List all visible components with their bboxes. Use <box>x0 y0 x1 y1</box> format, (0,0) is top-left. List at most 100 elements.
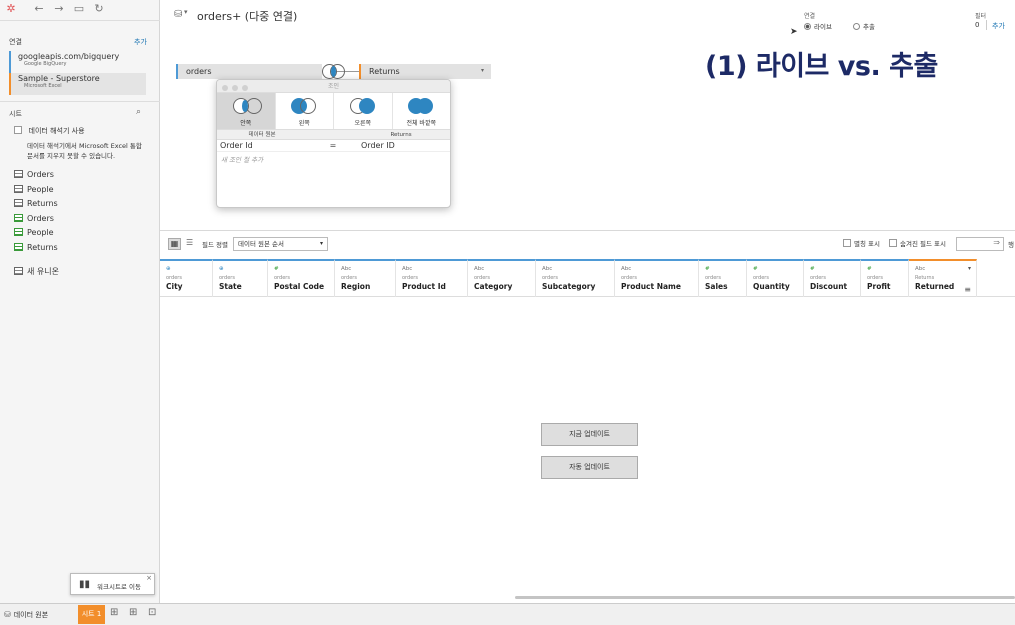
column-product-id[interactable]: Abc orders Product Id <box>396 259 468 297</box>
join-operator[interactable]: = <box>305 140 361 151</box>
chevron-down-icon[interactable]: ▾ <box>968 265 971 272</box>
add-join-clause[interactable]: 새 조인 절 추가 <box>217 152 450 164</box>
column-postal-code[interactable]: # orders Postal Code <box>268 259 335 297</box>
string-type-icon[interactable]: Abc <box>915 266 976 273</box>
number-type-icon[interactable]: # <box>753 266 803 273</box>
show-aliases-label: 별칭 표시 <box>854 240 880 248</box>
number-type-icon[interactable]: # <box>867 266 908 273</box>
sheet-item-people-range[interactable]: People <box>14 228 54 240</box>
geo-type-icon[interactable]: ⊕ <box>166 266 212 273</box>
dialog-title: 조인 <box>327 83 340 90</box>
interpreter-checkbox-row[interactable]: 데이터 해석기 사용 <box>14 126 85 136</box>
new-worksheet-icon[interactable]: ⊞ <box>110 607 118 618</box>
update-now-button[interactable]: 지금 업데이트 <box>541 423 638 446</box>
database-icon: ⛁ <box>4 610 11 619</box>
extract-option[interactable]: 추출 <box>853 21 875 31</box>
column-product-name[interactable]: Abc orders Product Name <box>615 259 699 297</box>
auto-update-button[interactable]: 자동 업데이트 <box>541 456 638 479</box>
add-connection-link[interactable]: 추가 <box>134 37 147 47</box>
datasource-tab-label: 데이터 원본 <box>13 611 49 619</box>
left-join-field[interactable]: Order Id <box>217 140 305 151</box>
canvas-table-orders[interactable]: orders <box>176 64 322 79</box>
radio-selected-icon[interactable] <box>804 23 811 30</box>
database-icon[interactable]: ⛁ <box>174 9 182 20</box>
string-type-icon[interactable]: Abc <box>402 266 467 273</box>
right-join-field[interactable]: Order ID <box>361 140 441 151</box>
column-category[interactable]: Abc orders Category <box>468 259 536 297</box>
data-grid-header: ⊕ orders City ⊕ orders State # orders Postal C… <box>160 259 1015 297</box>
show-hidden-option[interactable]: 숨겨진 필드 표시 <box>889 238 946 248</box>
join-type-inner[interactable]: 안쪽 <box>217 93 276 129</box>
datasource-title[interactable]: orders+ (다중 연결) <box>197 8 297 24</box>
geo-type-icon[interactable]: ⊕ <box>219 266 267 273</box>
column-state[interactable]: ⊕ orders State <box>213 259 268 297</box>
save-icon[interactable]: ▭ <box>72 2 86 16</box>
named-range-icon <box>14 243 23 251</box>
canvas-table-returns[interactable]: Returns ▾ <box>359 64 491 79</box>
join-type-left[interactable]: 왼쪽 <box>276 93 334 129</box>
live-option[interactable]: 라이브 <box>804 21 832 31</box>
add-filter-link[interactable]: 추가 <box>992 21 1005 31</box>
number-type-icon[interactable]: # <box>274 266 334 273</box>
number-type-icon[interactable]: # <box>810 266 860 273</box>
sheet-item-people[interactable]: People <box>14 185 54 197</box>
string-type-icon[interactable]: Abc <box>341 266 395 273</box>
refresh-icon[interactable]: ↻ <box>92 2 106 16</box>
column-source: orders <box>705 275 721 281</box>
radio-icon[interactable] <box>853 23 860 30</box>
sheet-tab-1[interactable]: 시트 1 <box>78 605 105 624</box>
column-source: orders <box>867 275 883 281</box>
rows-input[interactable]: ⇒ <box>956 237 1004 251</box>
arrow-right-icon[interactable]: ⇒ <box>993 238 1000 247</box>
chevron-down-icon[interactable]: ▾ <box>184 8 188 16</box>
sheet-item-orders-range[interactable]: Orders <box>14 214 54 226</box>
column-returned[interactable]: Abc Returns Returned ▾ ≡ <box>909 259 977 297</box>
join-venn-icon[interactable] <box>322 64 346 79</box>
new-story-icon[interactable]: ⊡ <box>148 607 156 618</box>
column-sales[interactable]: # orders Sales <box>699 259 747 297</box>
new-union-item[interactable]: 새 유니온 <box>14 266 59 278</box>
join-type-full[interactable]: 전체 바깥쪽 <box>393 93 451 129</box>
sheet-item-returns[interactable]: Returns <box>14 199 58 211</box>
sheet-item-returns-range[interactable]: Returns <box>14 243 58 255</box>
checkbox-icon[interactable] <box>843 239 851 247</box>
number-type-icon[interactable]: # <box>705 266 746 273</box>
list-view-icon[interactable]: ☰ <box>186 238 193 247</box>
join-clause-row[interactable]: Order Id = Order ID <box>217 140 450 152</box>
column-quantity[interactable]: # orders Quantity <box>747 259 804 297</box>
connection-bigquery[interactable]: googleapis.com/bigquery Google BigQuery <box>9 51 146 73</box>
grid-view-icon[interactable]: ▦ <box>168 238 181 250</box>
column-source: orders <box>166 275 182 281</box>
close-icon[interactable]: × <box>146 574 152 582</box>
column-discount[interactable]: # orders Discount <box>804 259 861 297</box>
column-profit[interactable]: # orders Profit <box>861 259 909 297</box>
join-type-right[interactable]: 오른쪽 <box>334 93 393 129</box>
back-arrow-icon[interactable]: ← <box>32 2 46 16</box>
sort-icon[interactable]: ≡ <box>964 285 971 294</box>
string-type-icon[interactable]: Abc <box>542 266 614 273</box>
forward-arrow-icon[interactable]: → <box>52 2 66 16</box>
checkbox-icon[interactable] <box>889 239 897 247</box>
horizontal-scrollbar[interactable] <box>515 596 1015 599</box>
string-type-icon[interactable]: Abc <box>474 266 535 273</box>
column-subcategory[interactable]: Abc orders Subcategory <box>536 259 615 297</box>
string-type-icon[interactable]: Abc <box>621 266 698 273</box>
goto-worksheet-tooltip[interactable]: ▮▮ 워크시트로 이동 × <box>70 573 155 595</box>
window-controls[interactable] <box>222 83 252 96</box>
join-column-header: 데이터 원본 Returns <box>217 130 450 140</box>
checkbox-icon[interactable] <box>14 126 22 134</box>
connection-superstore[interactable]: Sample - Superstore Microsoft Excel <box>9 73 146 95</box>
show-aliases-option[interactable]: 별칭 표시 <box>843 238 880 248</box>
column-name: Postal Code <box>274 282 325 291</box>
table-icon <box>14 185 23 193</box>
filter-count: 0 <box>975 21 980 29</box>
column-region[interactable]: Abc orders Region <box>335 259 396 297</box>
sheet-item-orders[interactable]: Orders <box>14 170 54 182</box>
datasource-tab[interactable]: ⛁ 데이터 원본 <box>4 605 48 624</box>
sort-fields-dropdown[interactable]: 데이터 원본 순서 ▾ <box>233 237 328 251</box>
chevron-down-icon[interactable]: ▾ <box>481 67 484 74</box>
search-icon[interactable]: ⌕ <box>136 107 141 117</box>
tableau-logo-icon[interactable]: ✲ <box>4 2 18 16</box>
column-city[interactable]: ⊕ orders City <box>160 259 213 297</box>
new-dashboard-icon[interactable]: ⊞ <box>129 607 137 618</box>
